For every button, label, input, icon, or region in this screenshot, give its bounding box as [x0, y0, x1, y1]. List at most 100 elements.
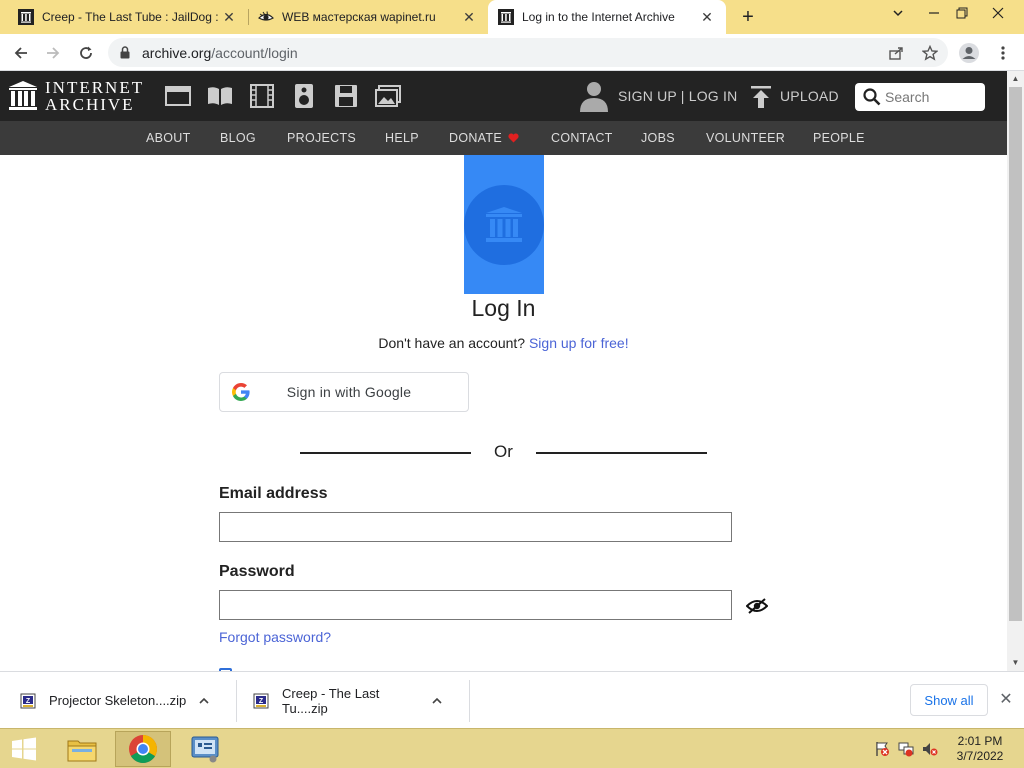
close-window-icon[interactable]	[986, 6, 1010, 26]
browser-menu-icon[interactable]	[992, 42, 1014, 64]
password-label: Password	[219, 563, 295, 580]
tab-title: Creep - The Last Tube : JailDog :	[42, 10, 219, 24]
tab-search-chevron-icon[interactable]	[886, 6, 910, 26]
page-scrollbar[interactable]: ▲ ▼	[1007, 71, 1024, 671]
search-icon	[863, 88, 881, 106]
email-field[interactable]	[219, 512, 732, 542]
close-shelf-icon[interactable]: ✕	[996, 690, 1016, 710]
ia-top-bar: INTERNET ARCHIVE SIGN UP | LOG IN UPLOAD…	[0, 71, 1007, 121]
back-arrow-icon[interactable]	[10, 42, 32, 64]
upload-icon[interactable]	[750, 85, 772, 109]
zip-file-icon: Z	[253, 693, 269, 709]
nav-people[interactable]: PEOPLE	[813, 131, 865, 145]
internet-archive-favicon-icon	[498, 9, 514, 25]
download-item[interactable]: Z Creep - The Last Tu....zip	[233, 672, 469, 729]
images-icon[interactable]	[375, 84, 401, 108]
nav-contact[interactable]: CONTACT	[551, 131, 613, 145]
heart-icon	[508, 131, 519, 145]
action-center-flag-icon[interactable]	[874, 741, 890, 757]
chrome-taskbar-icon[interactable]	[115, 731, 171, 767]
password-field[interactable]	[219, 590, 732, 620]
texts-icon[interactable]	[207, 84, 233, 108]
login-hero-banner	[464, 155, 544, 294]
nav-volunteer[interactable]: VOLUNTEER	[706, 131, 785, 145]
file-explorer-icon[interactable]	[54, 731, 110, 767]
windows-start-icon[interactable]	[0, 731, 48, 767]
google-signin-button[interactable]: Sign in with Google	[219, 372, 469, 412]
close-tab-icon[interactable]: ✕	[698, 8, 716, 26]
chevron-up-icon[interactable]	[430, 694, 444, 708]
zip-file-icon: Z	[20, 693, 36, 709]
minimize-icon[interactable]	[922, 6, 946, 26]
chevron-up-icon[interactable]	[197, 694, 211, 708]
clock-date: 3/7/2022	[956, 749, 1004, 763]
forward-arrow-icon[interactable]	[42, 42, 64, 64]
signup-login-link[interactable]: SIGN UP | LOG IN	[618, 88, 737, 104]
tab-wapinet[interactable]: WEB мастерская wapinet.ru ✕	[240, 0, 488, 34]
tab-title: Log in to the Internet Archive	[522, 10, 675, 24]
download-filename: Projector Skeleton....zip	[49, 693, 187, 708]
restore-icon[interactable]	[950, 6, 974, 26]
ia-circle-logo	[464, 185, 544, 265]
software-icon[interactable]	[333, 84, 359, 108]
svg-text:Z: Z	[26, 698, 31, 705]
close-tab-icon[interactable]: ✕	[220, 8, 238, 26]
ia-nav-bar: ABOUT BLOG PROJECTS HELP DONATE CONTACT …	[0, 121, 1007, 155]
email-label: Email address	[219, 485, 328, 502]
user-avatar-icon[interactable]	[578, 80, 610, 112]
search-placeholder: Search	[885, 89, 930, 105]
upload-link[interactable]: UPLOAD	[780, 88, 839, 104]
ia-search-input[interactable]: Search	[855, 83, 985, 111]
profile-avatar-icon[interactable]	[958, 42, 980, 64]
show-all-downloads-button[interactable]: Show all	[910, 684, 988, 716]
nav-jobs[interactable]: JOBS	[641, 131, 675, 145]
bookmark-star-icon[interactable]	[922, 38, 938, 67]
ia-logo-text: INTERNET ARCHIVE	[45, 79, 144, 113]
scroll-down-arrow-icon[interactable]: ▼	[1007, 655, 1024, 671]
nav-donate-label: DONATE	[449, 131, 502, 145]
lock-icon[interactable]	[120, 46, 132, 60]
web-icon[interactable]	[165, 84, 191, 108]
no-account-text: Don't have an account?	[378, 335, 526, 351]
nav-about[interactable]: ABOUT	[146, 131, 191, 145]
scroll-up-arrow-icon[interactable]: ▲	[1007, 71, 1024, 87]
nav-projects[interactable]: PROJECTS	[287, 131, 356, 145]
internet-archive-favicon-icon	[18, 9, 34, 25]
download-separator	[469, 680, 470, 722]
clock-time: 2:01 PM	[957, 734, 1003, 748]
download-item[interactable]: Z Projector Skeleton....zip	[0, 672, 236, 729]
or-divider-text: Or	[494, 442, 513, 461]
system-clock[interactable]: 2:01 PM 3/7/2022	[950, 734, 1010, 764]
tab-title: WEB мастерская wapinet.ru	[282, 10, 436, 24]
audio-icon[interactable]	[291, 84, 317, 108]
show-password-eye-icon[interactable]	[745, 598, 769, 614]
ia-temple-logo-icon	[486, 207, 522, 242]
ia-temple-logo-icon	[9, 81, 37, 110]
video-icon[interactable]	[249, 84, 275, 108]
close-tab-icon[interactable]: ✕	[460, 8, 478, 26]
signup-link[interactable]: Sign up for free	[529, 335, 625, 351]
ia-logo-line1: INTERNET	[45, 78, 145, 97]
reload-icon[interactable]	[75, 42, 97, 64]
download-shelf: Z Projector Skeleton....zip Z Creep - Th…	[0, 671, 1024, 728]
signup-suffix: !	[624, 335, 629, 351]
network-icon[interactable]	[898, 741, 914, 757]
nav-help[interactable]: HELP	[385, 131, 419, 145]
divider-right	[536, 452, 707, 454]
new-tab-plus-icon[interactable]: +	[738, 7, 758, 27]
divider-left	[300, 452, 471, 454]
scroll-thumb[interactable]	[1009, 87, 1022, 621]
browser-toolbar: archive.org/account/login	[0, 34, 1024, 71]
tab-login-active[interactable]: Log in to the Internet Archive ✕	[488, 0, 726, 34]
ia-logo[interactable]: INTERNET ARCHIVE	[9, 79, 144, 113]
tab-creep[interactable]: Creep - The Last Tube : JailDog : ✕	[0, 0, 248, 34]
nav-blog[interactable]: BLOG	[220, 131, 256, 145]
nav-donate[interactable]: DONATE	[449, 131, 519, 145]
download-filename: Creep - The Last Tu....zip	[282, 685, 380, 716]
forgot-password-link[interactable]: Forgot password?	[219, 629, 331, 645]
share-icon[interactable]	[888, 38, 904, 67]
svg-text:Z: Z	[259, 698, 264, 705]
address-bar[interactable]: archive.org/account/login	[108, 38, 948, 67]
control-panel-icon[interactable]	[177, 731, 233, 767]
volume-muted-icon[interactable]	[922, 741, 938, 757]
